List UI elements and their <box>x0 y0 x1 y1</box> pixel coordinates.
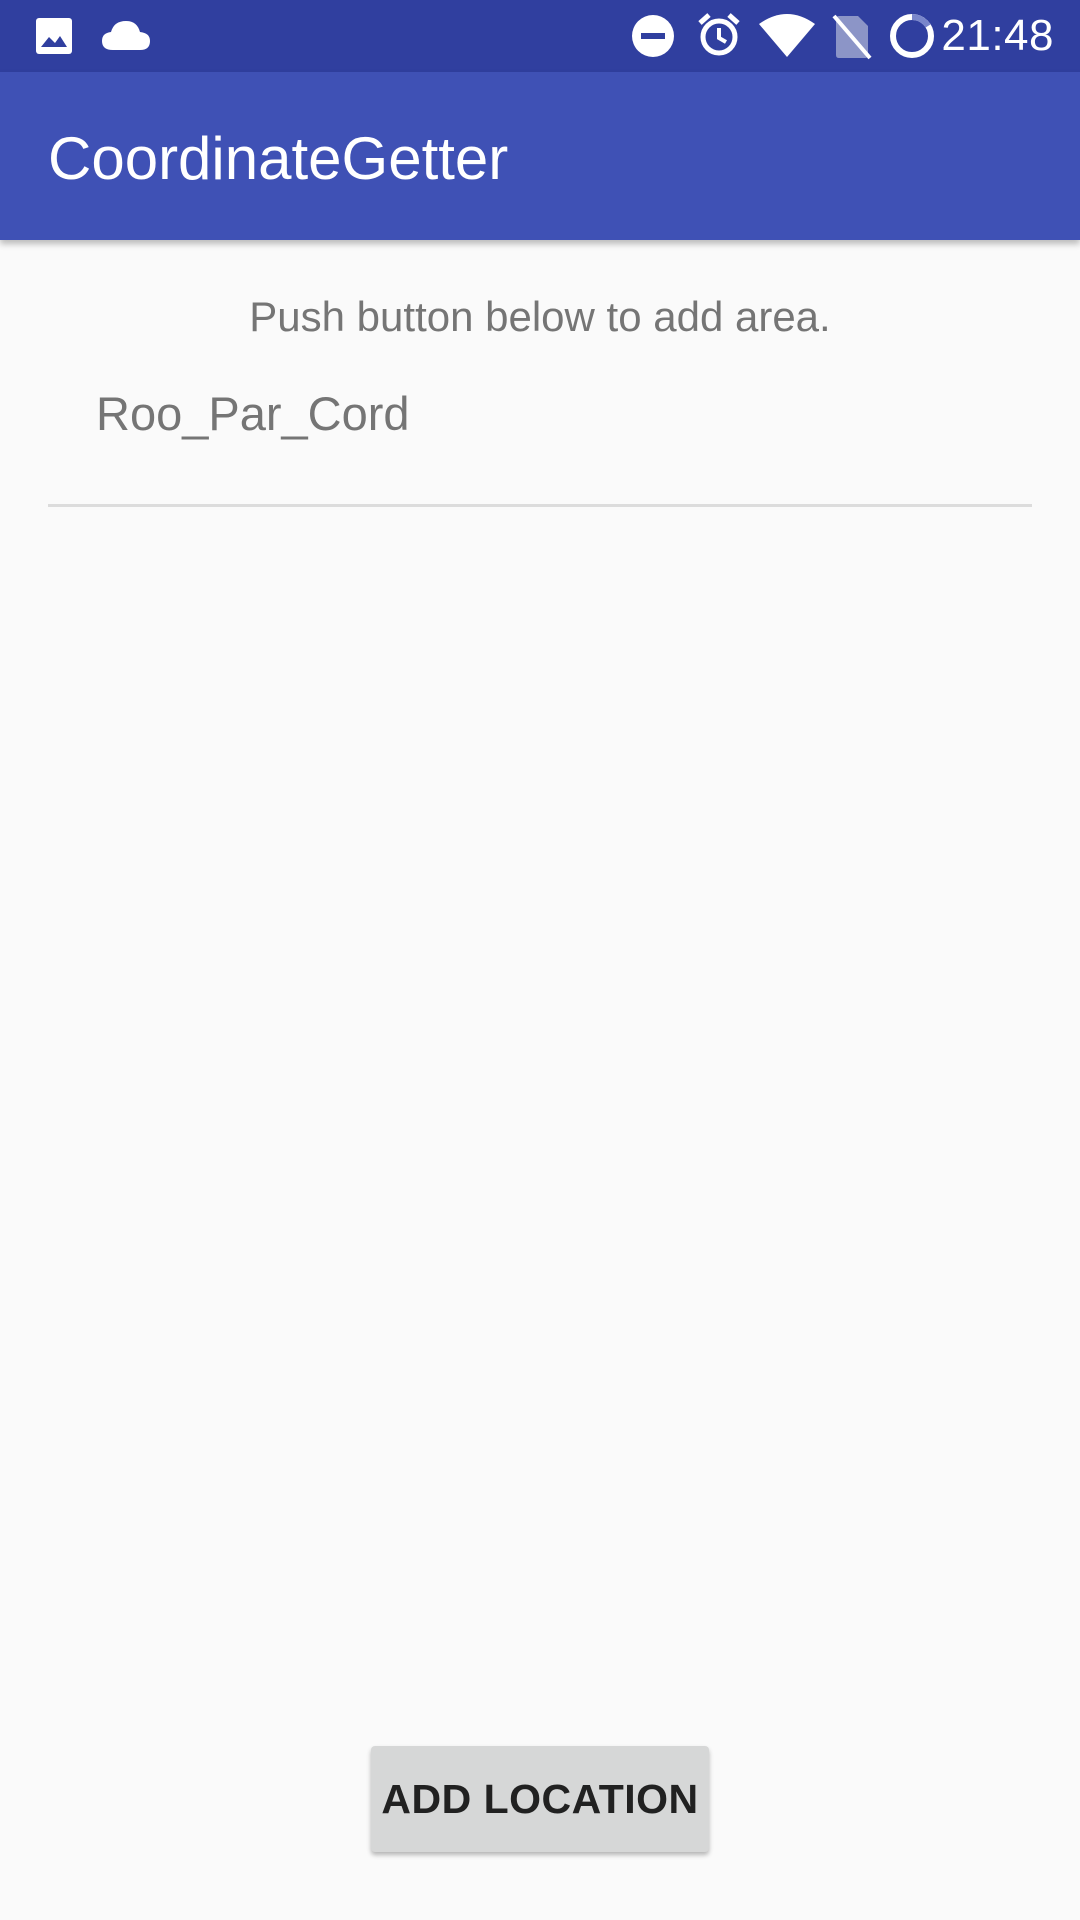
main-content: Push button below to add area. Roo_Par_C… <box>0 240 1080 1920</box>
list-item[interactable]: Roo_Par_Cord <box>48 380 1032 504</box>
app-bar: CoordinateGetter <box>0 72 1080 240</box>
status-bar: 21:48 <box>0 0 1080 72</box>
alarm-icon <box>698 13 740 56</box>
do-not-disturb-icon <box>632 15 674 57</box>
instruction-text: Push button below to add area. <box>249 293 831 340</box>
wifi-icon <box>759 14 815 57</box>
add-location-button[interactable]: ADD LOCATION <box>371 1746 709 1852</box>
list-item-label: Roo_Par_Cord <box>96 387 410 440</box>
app-title: CoordinateGetter <box>48 125 509 192</box>
battery-icon <box>890 14 934 58</box>
cloud-icon <box>102 21 150 50</box>
no-sim-icon <box>832 14 872 60</box>
image-icon <box>36 18 72 54</box>
list-divider <box>48 504 1032 507</box>
status-time: 21:48 <box>941 11 1054 60</box>
